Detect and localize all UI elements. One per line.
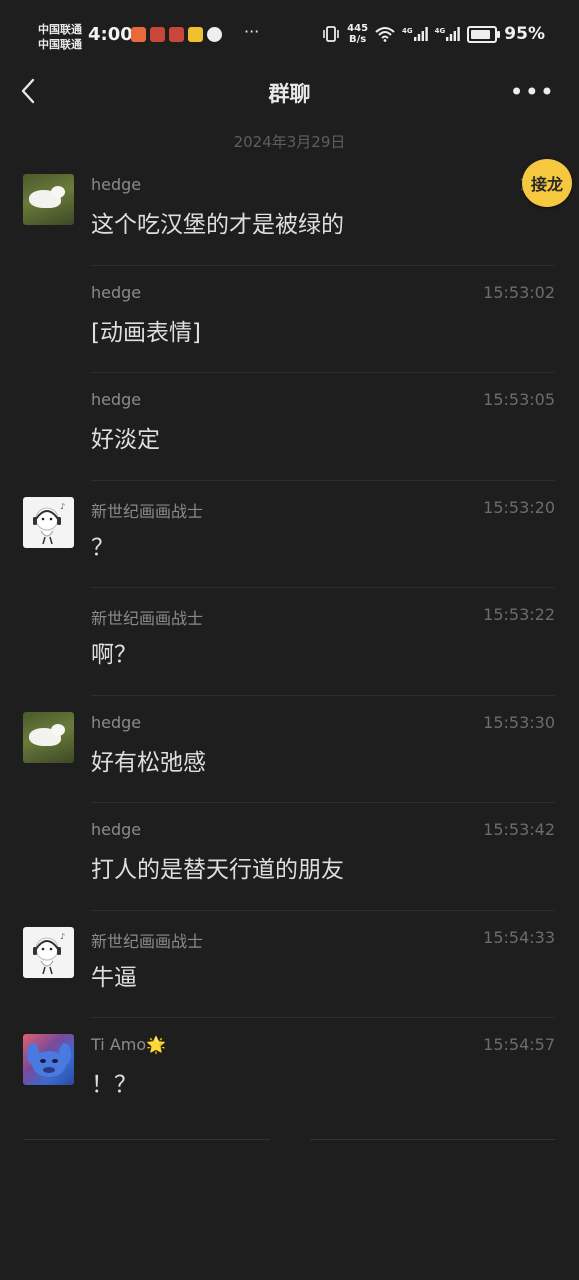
date-separator: 2024年3月29日 — [233, 133, 346, 151]
net-speed: 445 B/s — [347, 23, 368, 45]
message-item[interactable]: hedge 15:53:30 好有松弛感 — [0, 696, 579, 803]
message-text[interactable]: 牛逼 — [91, 958, 137, 992]
nav-bar: 群聊 ••• — [0, 66, 579, 116]
message-text[interactable]: 好淡定 — [91, 420, 160, 454]
net-speed-unit: B/s — [348, 34, 367, 45]
more-notifications-icon: ··· — [244, 22, 260, 41]
net-speed-value: 445 — [347, 23, 369, 34]
battery-icon — [467, 25, 501, 43]
message-item[interactable]: ♪ 新世纪画画战士 15:54:33 牛逼 — [0, 911, 579, 1018]
status-right: 445 B/s 4G 4G 95% — [322, 23, 545, 45]
sender-name[interactable]: hedge — [91, 713, 141, 732]
message-time: 15:53:20 — [483, 497, 555, 517]
vibrate-icon — [323, 26, 339, 42]
svg-text:♪: ♪ — [60, 932, 65, 941]
message-item[interactable]: Ti Amo🌟 15:54:57 ！？ — [0, 1018, 579, 1126]
message-item[interactable]: ♪ 新世纪画画战士 15:53:20 ？ — [0, 481, 579, 588]
signal-2: 4G — [435, 27, 461, 41]
status-time: 4:00 — [88, 24, 133, 45]
notification-icons — [131, 27, 222, 42]
sender-name[interactable]: 新世纪画画战士 — [91, 605, 203, 629]
avatar[interactable] — [23, 174, 74, 225]
message-text[interactable]: [动画表情] — [91, 313, 201, 347]
message-item[interactable]: hedge 15:53:42 打人的是替天行道的朋友 — [0, 803, 579, 911]
signal-1-type: 4G — [402, 27, 413, 35]
app-notification-icon — [131, 27, 146, 42]
carrier-1: 中国联通 — [38, 23, 82, 36]
message-text[interactable]: 啊？ — [91, 635, 137, 669]
message-text[interactable]: ？ — [91, 528, 114, 562]
message-text[interactable]: 打人的是替天行道的朋友 — [91, 850, 344, 884]
jielong-button[interactable]: 接龙 — [522, 159, 572, 207]
chat-notification-icon — [207, 27, 222, 42]
sender-name[interactable]: hedge — [91, 283, 141, 302]
sender-name[interactable]: hedge — [91, 390, 141, 409]
message-text[interactable]: ！？ — [91, 1065, 137, 1099]
message-list: hedge 15:5 这个吃汉堡的才是被绿的 hedge 15:53:02 [动… — [0, 158, 579, 1126]
divider — [310, 1139, 555, 1140]
signal-bars-icon — [446, 27, 461, 41]
message-text[interactable]: 这个吃汉堡的才是被绿的 — [91, 205, 344, 239]
wifi-icon — [375, 27, 395, 42]
message-item[interactable]: 新世纪画画战士 15:53:22 啊？ — [0, 588, 579, 696]
message-time: 15:53:02 — [483, 282, 555, 302]
message-time: 15:54:33 — [483, 927, 555, 947]
message-item[interactable]: hedge 15:53:05 好淡定 — [0, 373, 579, 481]
divider — [24, 1139, 270, 1140]
avatar[interactable]: ♪ — [23, 926, 74, 978]
carrier-labels: 中国联通 中国联通 — [38, 22, 82, 52]
sender-name[interactable]: hedge — [91, 820, 141, 839]
sender-name[interactable]: 新世纪画画战士 — [91, 498, 203, 522]
page-title: 群聊 — [268, 82, 311, 106]
signal-bars-icon — [413, 27, 428, 41]
avatar[interactable] — [23, 1034, 74, 1085]
signal-1: 4G — [402, 27, 428, 41]
status-bar: 中国联通 中国联通 4:00 ··· 445 B/s 4G 4G 95% — [0, 0, 579, 70]
message-item[interactable]: hedge 15:53:02 [动画表情] — [0, 266, 579, 373]
message-item[interactable]: hedge 15:5 这个吃汉堡的才是被绿的 — [0, 158, 579, 266]
app-notification-icon — [169, 27, 184, 42]
message-time: 15:54:57 — [483, 1035, 555, 1054]
sender-name[interactable]: Ti Amo🌟 — [91, 1035, 166, 1054]
sender-name[interactable]: 新世纪画画战士 — [91, 928, 203, 952]
signal-2-type: 4G — [434, 27, 446, 35]
avatar[interactable]: ♪ — [23, 496, 74, 548]
avatar[interactable] — [23, 711, 74, 763]
message-text[interactable]: 好有松弛感 — [91, 743, 206, 777]
sender-name[interactable]: hedge — [91, 175, 141, 194]
message-time: 15:53:30 — [483, 712, 555, 732]
message-time: 15:53:42 — [483, 820, 555, 839]
message-time: 15:53:05 — [483, 390, 555, 409]
carrier-2: 中国联通 — [38, 38, 82, 51]
svg-text:♪: ♪ — [60, 502, 65, 511]
mail-notification-icon — [188, 27, 203, 42]
message-time: 15:53:22 — [483, 605, 555, 624]
more-options-icon[interactable]: ••• — [510, 78, 555, 106]
app-notification-icon — [150, 27, 165, 42]
battery-percent: 95% — [504, 24, 545, 44]
